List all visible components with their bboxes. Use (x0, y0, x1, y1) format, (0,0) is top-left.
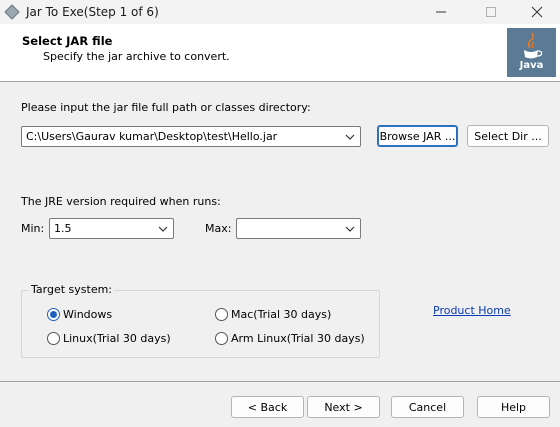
header-divider (0, 81, 560, 82)
radio-button[interactable] (215, 308, 228, 321)
cancel-button[interactable]: Cancel (391, 396, 464, 418)
window-title: Jar To Exe(Step 1 of 6) (26, 5, 159, 19)
browse-jar-button[interactable]: Browse JAR ... (377, 125, 458, 147)
close-button[interactable] (514, 0, 560, 24)
chevron-down-icon (158, 226, 168, 232)
minimize-button[interactable] (418, 0, 464, 24)
radio-option-linux[interactable]: Linux(Trial 30 days) (47, 332, 171, 345)
radio-label: Windows (63, 308, 113, 321)
help-button[interactable]: Help (477, 396, 550, 418)
app-icon (4, 4, 20, 20)
jre-min-label: Min: (21, 222, 45, 235)
jre-version-prompt: The JRE version required when runs: (21, 195, 221, 208)
jre-min-value: 1.5 (54, 222, 72, 235)
radio-button[interactable] (215, 332, 228, 345)
target-system-group (21, 290, 380, 358)
select-dir-button[interactable]: Select Dir ... (467, 125, 549, 147)
close-icon (531, 6, 543, 18)
footer-divider (0, 381, 560, 382)
jre-min-combobox[interactable]: 1.5 (49, 218, 174, 239)
radio-label: Linux(Trial 30 days) (63, 332, 171, 345)
java-logo-text: Java (519, 60, 544, 71)
maximize-button (468, 0, 514, 24)
java-logo-icon: Java (507, 28, 556, 77)
jre-max-label: Max: (205, 222, 232, 235)
radio-option-windows[interactable]: Windows (47, 308, 112, 321)
jre-max-combobox[interactable] (236, 218, 361, 239)
back-button[interactable]: < Back (231, 396, 304, 418)
radio-button[interactable] (47, 332, 60, 345)
minimize-icon (436, 11, 446, 13)
page-title: Select JAR file (22, 34, 113, 48)
jar-path-prompt: Please input the jar file full path or c… (21, 101, 311, 114)
radio-label: Arm Linux(Trial 30 days) (231, 332, 365, 345)
product-home-link[interactable]: Product Home (433, 304, 511, 317)
jar-path-value: C:\Users\Gaurav kumar\Desktop\test\Hello… (26, 130, 278, 143)
maximize-icon (486, 7, 496, 17)
chevron-down-icon (345, 134, 355, 140)
radio-label: Mac(Trial 30 days) (231, 308, 332, 321)
radio-option-arm-linux[interactable]: Arm Linux(Trial 30 days) (215, 332, 365, 345)
jar-path-combobox[interactable]: C:\Users\Gaurav kumar\Desktop\test\Hello… (21, 126, 361, 147)
target-system-title: Target system: (29, 283, 115, 296)
radio-option-mac[interactable]: Mac(Trial 30 days) (215, 308, 331, 321)
chevron-down-icon (345, 226, 355, 232)
next-button[interactable]: Next > (307, 396, 380, 418)
radio-button[interactable] (47, 308, 60, 321)
page-subtitle: Specify the jar archive to convert. (43, 50, 230, 63)
